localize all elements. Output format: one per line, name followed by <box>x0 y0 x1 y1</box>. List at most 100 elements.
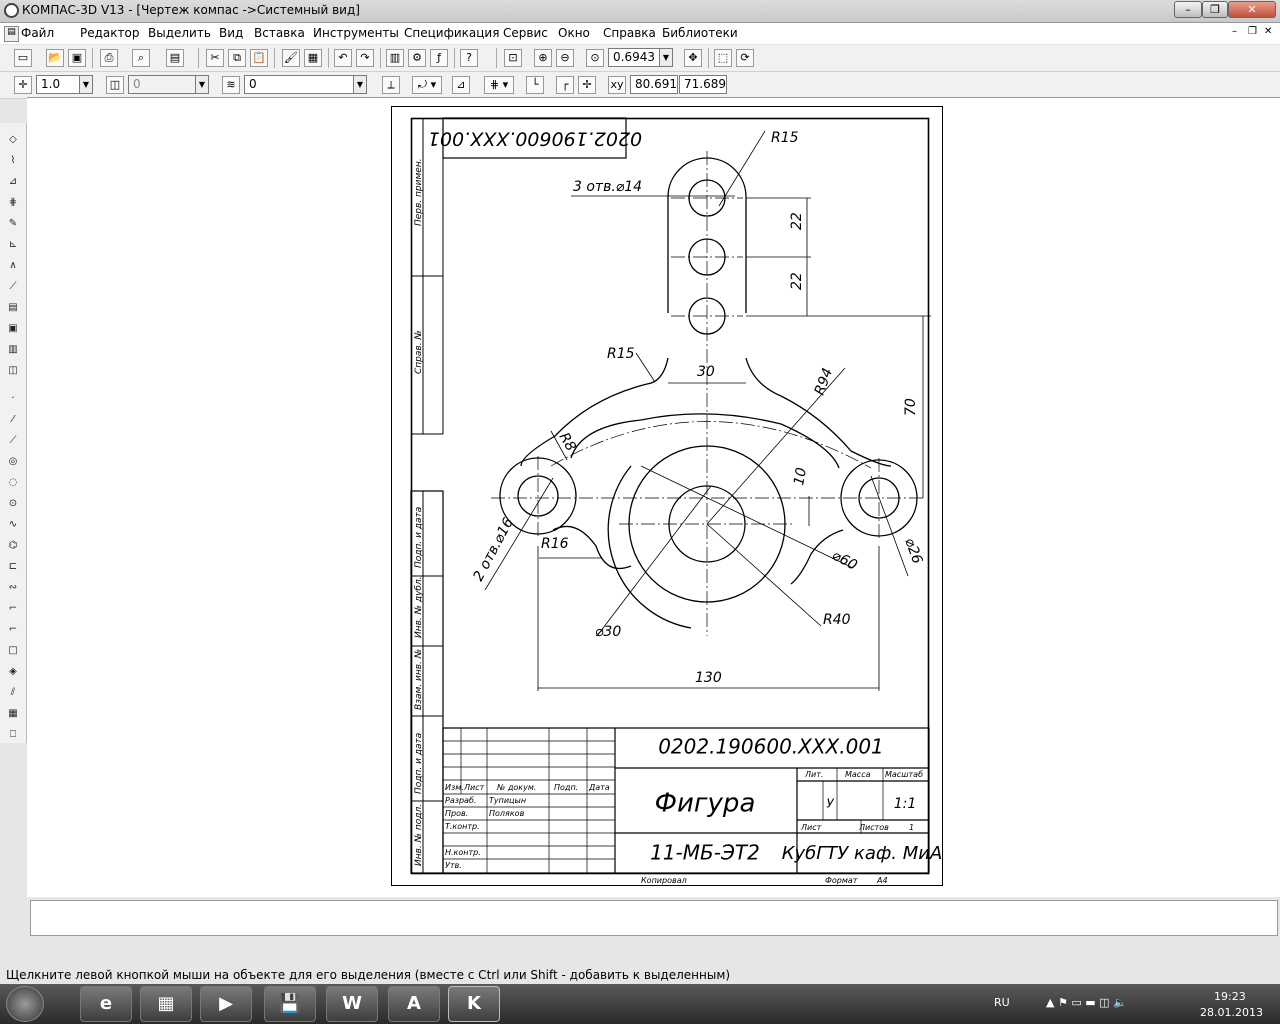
menu-service[interactable]: Сервис <box>503 26 548 40</box>
menu-libraries[interactable]: Библиотеки <box>662 26 738 40</box>
compact-tool-icon[interactable]: ⊙ <box>5 497 21 511</box>
doc-restore-button[interactable]: ❐ <box>1248 26 1257 37</box>
print-preview-icon[interactable]: ⌕ <box>132 49 150 67</box>
format-brush-icon[interactable]: 🖌 <box>282 49 300 67</box>
taskbar-acrobat[interactable]: A <box>388 986 440 1022</box>
menu-specification[interactable]: Спецификация <box>404 26 499 40</box>
compact-tool-icon[interactable]: ⊏ <box>5 560 21 574</box>
step-field[interactable]: 1.0 <box>36 75 80 94</box>
round-icon[interactable]: ┌ <box>556 76 574 94</box>
drawing-sheet[interactable]: Перв. примен. Справ. № Подп. и дата Инв.… <box>391 106 943 886</box>
compact-tool-icon[interactable]: ✎ <box>5 217 21 231</box>
minimize-button[interactable]: – <box>1174 1 1202 18</box>
manager-icon[interactable]: ▤ <box>166 49 184 67</box>
restore-button[interactable]: ❐ <box>1202 1 1228 18</box>
zoom-scale-icon[interactable]: ⊙ <box>586 49 604 67</box>
zoom-out-icon[interactable]: ⊖ <box>556 49 574 67</box>
properties-panel[interactable] <box>30 900 1278 936</box>
zoom-in-icon[interactable]: ⊕ <box>534 49 552 67</box>
menu-file[interactable]: Файл <box>21 26 54 40</box>
tray-icons[interactable]: ▲ ⚑ ▭ ▬ ◫ 🔈 <box>1046 996 1127 1009</box>
undo-icon[interactable]: ↶ <box>334 49 352 67</box>
compact-tool-icon[interactable]: ⌐ <box>5 602 21 616</box>
orthogonal-icon[interactable]: ⟂ <box>382 76 400 94</box>
print-icon[interactable]: ⎙ <box>100 49 118 67</box>
coord-x-field[interactable]: 80.6916 <box>630 75 678 94</box>
compact-tool-icon[interactable]: ◌ <box>5 476 21 490</box>
compact-tool-icon[interactable]: ▣ <box>5 322 21 336</box>
compact-tool-icon[interactable]: ◎ <box>5 455 21 469</box>
local-cs-icon[interactable]: ⊿ <box>452 76 470 94</box>
layer-number-field[interactable]: 0 <box>128 75 196 94</box>
compact-tool-icon[interactable]: ▥ <box>5 343 21 357</box>
menu-window[interactable]: Окно <box>558 26 590 40</box>
language-indicator[interactable]: RU <box>994 996 1010 1009</box>
layers-icon[interactable]: ▥ <box>386 49 404 67</box>
compact-tool-icon[interactable]: ∧ <box>5 259 21 273</box>
open-folder-icon[interactable]: 📂 <box>46 49 64 67</box>
style-icon[interactable]: ≋ <box>222 76 240 94</box>
style-dropdown-icon[interactable]: ▼ <box>353 75 367 94</box>
function-icon[interactable]: ƒ <box>430 49 448 67</box>
clock-date[interactable]: 28.01.2013 <box>1200 1006 1263 1019</box>
zoom-dropdown-icon[interactable]: ▼ <box>659 48 673 67</box>
step-cursor-icon[interactable]: ✛ <box>14 76 32 94</box>
taskbar-media[interactable]: ▶ <box>200 986 252 1022</box>
show-all-icon[interactable]: ⬚ <box>714 49 732 67</box>
taskbar-word[interactable]: W <box>326 986 378 1022</box>
compact-tool-icon[interactable]: ∿ <box>5 518 21 532</box>
compact-tool-icon[interactable]: ⟋ <box>5 434 21 448</box>
close-button[interactable]: ✕ <box>1228 1 1276 18</box>
save-icon[interactable]: ▣ <box>68 49 86 67</box>
taskbar-explorer[interactable]: ▦ <box>140 986 192 1022</box>
doc-minimize-button[interactable]: – <box>1232 26 1237 37</box>
zoom-field[interactable]: 0.6943 <box>608 48 660 67</box>
copy-icon[interactable]: ⧉ <box>228 49 246 67</box>
compact-tool-icon[interactable]: ⎕ <box>5 728 21 742</box>
paste-icon[interactable]: 📋 <box>250 49 268 67</box>
compact-tool-icon[interactable]: ⌬ <box>5 539 21 553</box>
snap-icon[interactable]: ⤾ ▾ <box>412 76 442 94</box>
document-menu-icon[interactable]: ▤ <box>4 26 19 42</box>
new-document-icon[interactable]: ▭ <box>14 49 32 67</box>
menu-view[interactable]: Вид <box>219 26 243 40</box>
help-pointer-icon[interactable]: ? <box>460 49 478 67</box>
layer-icon[interactable]: ◫ <box>106 76 124 94</box>
compact-tool-icon[interactable]: ⫽ <box>5 686 21 700</box>
cut-icon[interactable]: ✂ <box>206 49 224 67</box>
taskbar-kompas[interactable]: K <box>448 986 500 1022</box>
compact-tool-icon[interactable]: ⊿ <box>5 175 21 189</box>
redo-icon[interactable]: ↷ <box>356 49 374 67</box>
cursor-coords-icon[interactable]: ✢ <box>578 76 596 94</box>
step-dropdown-icon[interactable]: ▼ <box>79 75 93 94</box>
menu-editor[interactable]: Редактор <box>80 26 139 40</box>
compact-tool-icon[interactable]: ⟋ <box>5 280 21 294</box>
pan-icon[interactable]: ✥ <box>684 49 702 67</box>
compact-tool-icon[interactable]: ▤ <box>5 301 21 315</box>
layer-dropdown-icon[interactable]: ▼ <box>195 75 209 94</box>
properties-icon[interactable]: ▦ <box>304 49 322 67</box>
menu-help[interactable]: Справка <box>603 26 656 40</box>
compact-tool-icon[interactable]: ⋕ <box>5 196 21 210</box>
menu-select[interactable]: Выделить <box>148 26 211 40</box>
compact-tool-icon[interactable]: ◫ <box>5 364 21 378</box>
compact-tool-icon[interactable]: ⌐ <box>5 623 21 637</box>
compact-tool-icon[interactable]: ⊾ <box>5 238 21 252</box>
grid-icon[interactable]: ⋕ ▾ <box>484 76 514 94</box>
menu-tools[interactable]: Инструменты <box>313 26 399 40</box>
compact-tool-icon[interactable]: ◇ <box>5 133 21 147</box>
taskbar-ie[interactable]: e <box>80 986 132 1022</box>
variables-icon[interactable]: ⚙ <box>408 49 426 67</box>
compact-tool-icon[interactable]: ⌇ <box>5 154 21 168</box>
compact-tool-icon[interactable]: ◈ <box>5 665 21 679</box>
compact-tool-icon[interactable]: ∾ <box>5 581 21 595</box>
compact-tool-icon[interactable]: ⁄ <box>5 413 21 427</box>
clock-time[interactable]: 19:23 <box>1214 990 1246 1003</box>
style-field[interactable]: 0 <box>244 75 354 94</box>
coord-y-field[interactable]: 71.6897 <box>679 75 727 94</box>
start-button[interactable] <box>6 986 44 1022</box>
doc-close-button[interactable]: ✕ <box>1264 26 1272 37</box>
compact-tool-icon[interactable]: ▦ <box>5 707 21 721</box>
zoom-window-icon[interactable]: ⊡ <box>504 49 522 67</box>
compact-tool-icon[interactable]: · <box>5 392 21 406</box>
